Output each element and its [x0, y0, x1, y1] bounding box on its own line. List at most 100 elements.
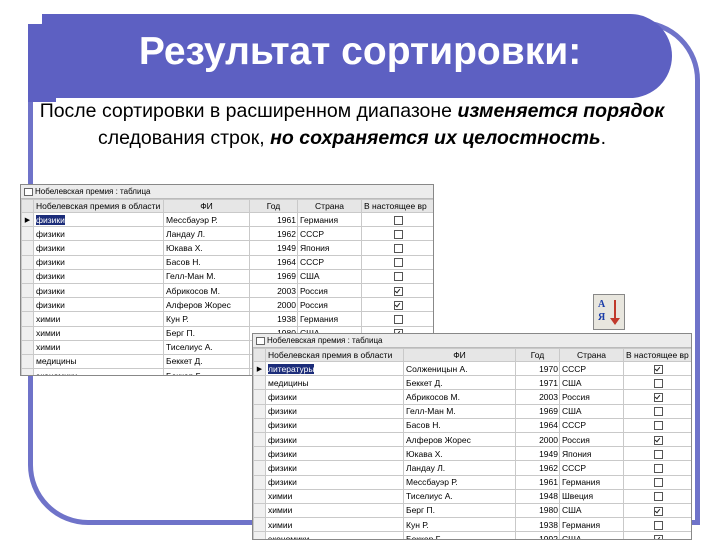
name-cell[interactable]: Алферов Жорес [163, 297, 250, 313]
grid-corner[interactable] [21, 199, 34, 213]
alive-cell[interactable] [361, 226, 433, 242]
country-cell[interactable]: США [559, 502, 624, 519]
year-cell[interactable]: 1938 [515, 517, 560, 533]
year-cell[interactable]: 1938 [249, 311, 298, 327]
country-cell[interactable]: Россия [297, 282, 362, 299]
country-cell[interactable]: США [559, 531, 624, 539]
country-cell[interactable]: СССР [559, 460, 624, 476]
year-cell[interactable]: 2003 [249, 282, 298, 299]
alive-cell[interactable] [361, 282, 433, 299]
field-cell[interactable]: медицины [265, 375, 404, 391]
alive-checkbox[interactable] [654, 435, 663, 445]
name-cell[interactable]: Мессбауэр Р. [163, 211, 250, 228]
field-cell[interactable]: химии [33, 325, 164, 341]
country-cell[interactable]: Япония [559, 446, 624, 462]
field-cell[interactable]: химии [265, 488, 404, 504]
country-cell[interactable]: СССР [297, 226, 362, 242]
table-row[interactable]: физики Алферов Жорес 2000 Россия [253, 431, 691, 448]
alive-cell[interactable] [361, 240, 433, 256]
year-cell[interactable]: 1949 [515, 446, 560, 462]
record-selector[interactable] [253, 431, 266, 448]
alive-checkbox[interactable] [394, 244, 403, 254]
record-selector[interactable] [253, 417, 266, 433]
field-cell[interactable]: медицины [33, 353, 164, 370]
name-cell[interactable]: Берг П. [163, 325, 250, 341]
table-row[interactable]: физики Басов Н. 1964 СССР [21, 254, 433, 270]
alive-checkbox[interactable] [654, 534, 663, 539]
year-cell[interactable]: 1971 [515, 375, 560, 391]
table-row[interactable]: физики Юкава Х. 1949 Япония [21, 240, 433, 256]
field-cell[interactable]: физики [33, 226, 164, 242]
country-cell[interactable]: Германия [559, 517, 624, 533]
column-header[interactable]: В настоящее вр [623, 348, 691, 362]
alive-checkbox[interactable] [654, 464, 663, 474]
field-cell[interactable]: физики [265, 460, 404, 476]
field-cell[interactable]: физики [33, 211, 164, 228]
year-cell[interactable]: 1970 [515, 360, 560, 377]
alive-cell[interactable] [623, 474, 691, 490]
name-cell[interactable]: Ландау Л. [163, 226, 250, 242]
country-cell[interactable]: США [559, 403, 624, 419]
column-header[interactable]: В настоящее вр [361, 199, 433, 213]
field-cell[interactable]: физики [265, 417, 404, 433]
table-row[interactable]: химии Кун Р. 1938 Германия [253, 517, 691, 533]
alive-checkbox[interactable] [394, 315, 403, 325]
name-cell[interactable]: Басов Н. [163, 254, 250, 270]
name-cell[interactable]: Гелл-Ман М. [163, 268, 250, 284]
record-selector[interactable] [21, 268, 34, 284]
alive-cell[interactable] [361, 211, 433, 228]
record-selector[interactable] [21, 339, 34, 355]
alive-cell[interactable] [623, 417, 691, 433]
name-cell[interactable]: Абрикосов М. [163, 282, 250, 299]
name-cell[interactable]: Абрикосов М. [403, 389, 516, 405]
field-cell[interactable]: физики [265, 446, 404, 462]
alive-cell[interactable] [361, 268, 433, 284]
table-row[interactable]: физики Гелл-Ман М. 1969 США [253, 403, 691, 419]
name-cell[interactable]: Мессбауэр Р. [403, 474, 516, 490]
table-row[interactable]: ▶ литературы Солженицын А. 1970 СССР [253, 360, 691, 377]
record-selector[interactable] [21, 254, 34, 270]
name-cell[interactable]: Юкава Х. [163, 240, 250, 256]
alive-cell[interactable] [623, 531, 691, 539]
year-cell[interactable]: 1992 [515, 531, 560, 539]
name-cell[interactable]: Солженицын А. [403, 360, 516, 377]
table-row[interactable]: физики Ландау Л. 1962 СССР [253, 460, 691, 476]
alive-cell[interactable] [623, 360, 691, 377]
field-cell[interactable]: экономики [33, 368, 164, 375]
year-cell[interactable]: 1961 [515, 474, 560, 490]
table-row[interactable]: физики Алферов Жорес 2000 Россия [21, 297, 433, 313]
alive-cell[interactable] [623, 375, 691, 391]
table-row[interactable]: физики Гелл-Ман М. 1969 США [21, 268, 433, 284]
alive-checkbox[interactable] [654, 492, 663, 502]
field-cell[interactable]: физики [33, 268, 164, 284]
year-cell[interactable]: 1964 [515, 417, 560, 433]
year-cell[interactable]: 2003 [515, 389, 560, 405]
alive-checkbox[interactable] [654, 364, 663, 374]
alive-checkbox[interactable] [654, 407, 663, 417]
column-header[interactable]: Страна [297, 199, 362, 213]
record-selector[interactable] [21, 325, 34, 341]
field-cell[interactable]: физики [265, 403, 404, 419]
name-cell[interactable]: Тиселиус А. [403, 488, 516, 504]
name-cell[interactable]: Беккет Д. [163, 353, 250, 370]
country-cell[interactable]: Россия [559, 389, 624, 405]
year-cell[interactable]: 2000 [515, 431, 560, 448]
sort-ascending-button[interactable]: А Я [593, 294, 625, 330]
alive-cell[interactable] [623, 488, 691, 504]
alive-cell[interactable] [623, 502, 691, 519]
alive-checkbox[interactable] [654, 506, 663, 516]
name-cell[interactable]: Алферов Жорес [403, 431, 516, 448]
alive-cell[interactable] [623, 389, 691, 405]
alive-checkbox[interactable] [394, 272, 403, 282]
alive-cell[interactable] [623, 517, 691, 533]
name-cell[interactable]: Беккер Г. [403, 531, 516, 539]
alive-checkbox[interactable] [654, 421, 663, 431]
alive-cell[interactable] [361, 297, 433, 313]
alive-checkbox[interactable] [654, 449, 663, 459]
alive-checkbox[interactable] [654, 478, 663, 488]
country-cell[interactable]: Россия [559, 431, 624, 448]
country-cell[interactable]: Япония [297, 240, 362, 256]
column-header[interactable]: Нобелевская премия в области [33, 199, 164, 213]
alive-checkbox[interactable] [394, 286, 403, 296]
alive-cell[interactable] [361, 254, 433, 270]
